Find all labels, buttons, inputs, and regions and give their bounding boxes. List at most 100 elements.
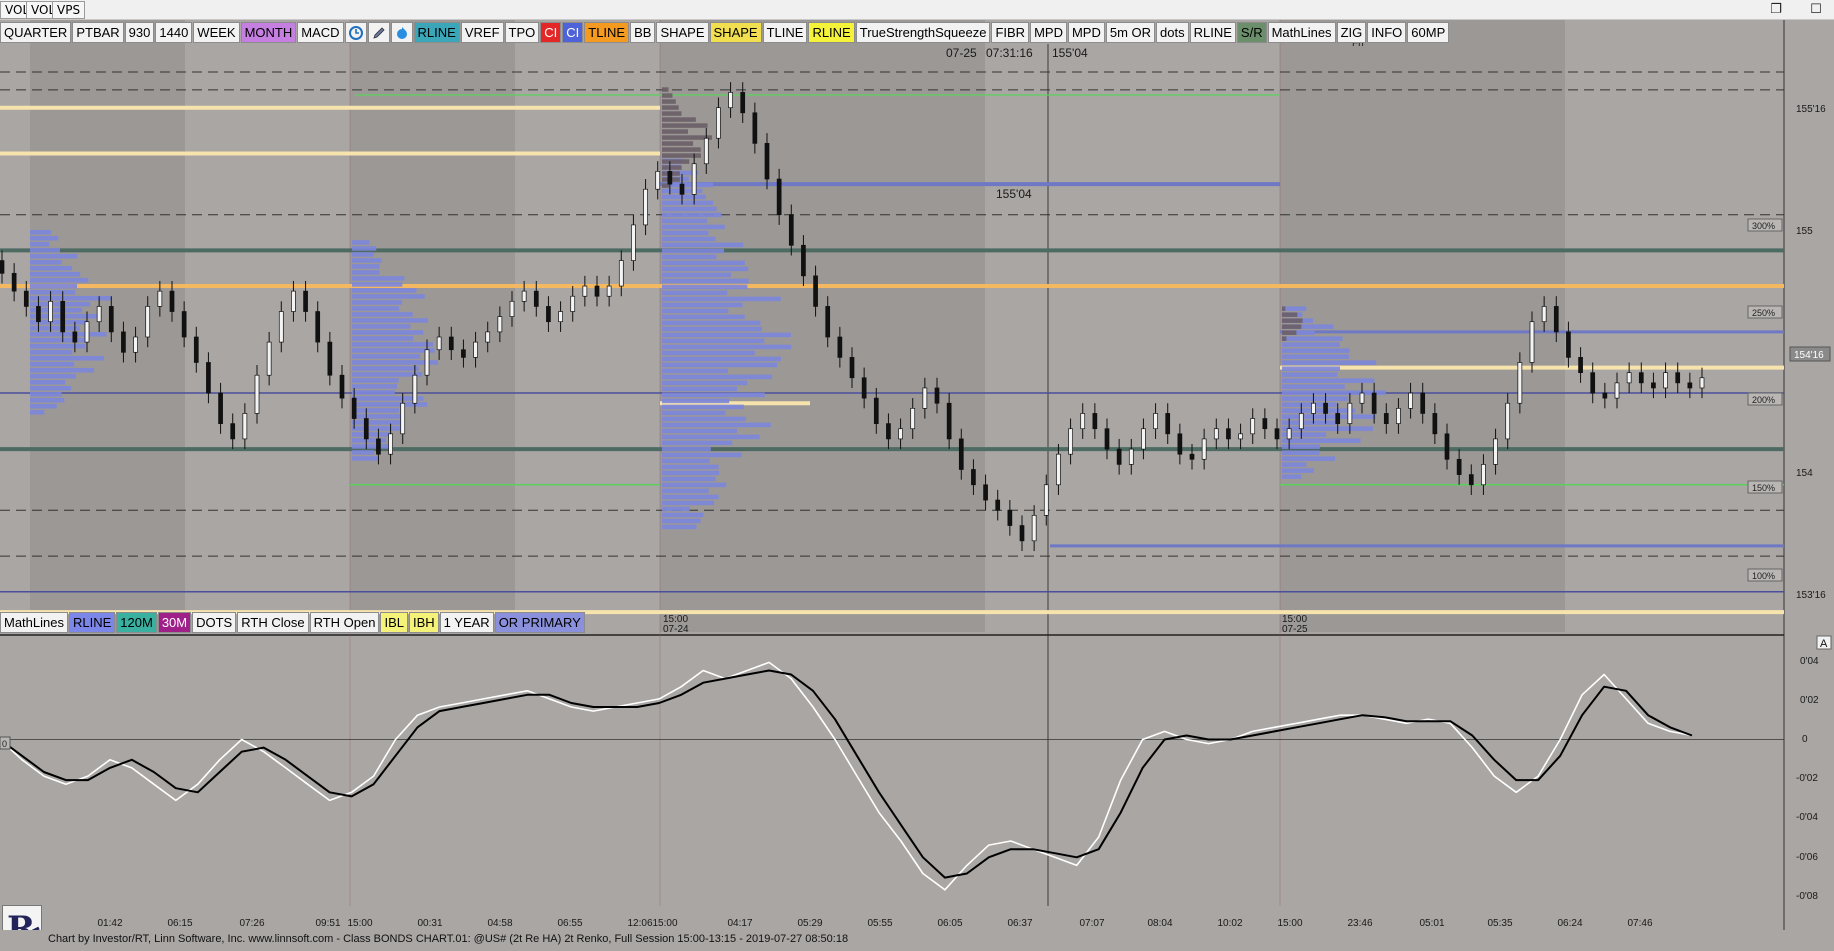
profile-bar	[1282, 456, 1335, 461]
profile-bar	[1282, 402, 1337, 407]
tool-mpd-button[interactable]: MPD	[1030, 22, 1067, 43]
panel-tag[interactable]: A	[1820, 638, 1828, 650]
candle-body	[1359, 392, 1365, 404]
profile-bar	[352, 252, 374, 257]
tool-mpd-button[interactable]: MPD	[1067, 22, 1105, 43]
candle-body	[230, 423, 236, 440]
profile-bar	[662, 200, 714, 206]
candle-body	[509, 300, 515, 317]
overlay-or-primary-button[interactable]: OR PRIMARY	[494, 612, 585, 633]
tool-60mp-button[interactable]: 60MP	[1407, 22, 1450, 43]
profile-bar	[352, 294, 425, 299]
profile-bar	[1282, 462, 1307, 467]
tool-tpo-button[interactable]: TPO	[504, 22, 540, 43]
tool-tline-button[interactable]: TLINE	[762, 22, 808, 43]
profile-bar	[352, 336, 414, 341]
profile-bar	[1282, 348, 1350, 353]
profile-bar	[30, 247, 60, 253]
candle-body	[679, 183, 685, 195]
tool-zig-button[interactable]: ZIG	[1336, 22, 1367, 43]
overlay-ibh-button[interactable]: IBH	[409, 612, 439, 633]
candle-body	[0, 260, 5, 274]
overlay-rline-button[interactable]: RLINE	[68, 612, 116, 633]
tool-930-button[interactable]: 930	[124, 22, 155, 43]
profile-bar	[30, 337, 87, 343]
profile-bar	[1282, 426, 1373, 431]
candle-body	[898, 428, 903, 440]
tool-mathlines-button[interactable]: MathLines	[1267, 22, 1336, 43]
tool-month-button[interactable]: MONTH	[240, 22, 297, 43]
profile-bar	[30, 409, 45, 415]
profile-bar	[662, 446, 711, 452]
session-shade	[660, 20, 985, 632]
overlay-30m-button[interactable]: 30M	[157, 612, 192, 633]
profile-bar	[662, 512, 704, 518]
clock-button[interactable]	[344, 22, 367, 43]
candle-body	[558, 311, 563, 323]
tool-vref-button[interactable]: VREF	[460, 22, 504, 43]
candle-body	[643, 188, 648, 226]
profile-bar	[662, 476, 716, 482]
time-axis-label: 04:58	[487, 918, 512, 929]
tool-week-button[interactable]: WEEK	[193, 22, 240, 43]
refresh-button[interactable]	[390, 22, 413, 43]
footer-text: Chart by Investor/RT, Linn Software, Inc…	[48, 933, 849, 945]
pencil-button[interactable]	[367, 22, 390, 43]
overlay-rth-open-button[interactable]: RTH Open	[309, 612, 380, 633]
tool-truestrengthsqueeze-button[interactable]: TrueStrengthSqueeze	[855, 22, 991, 43]
candle-body	[96, 306, 102, 323]
profile-bar	[1282, 414, 1376, 419]
candle-body	[60, 300, 66, 333]
candle-body	[1153, 413, 1158, 430]
profile-bar	[1282, 318, 1303, 323]
tool-rline-button[interactable]: RLINE	[1189, 22, 1236, 43]
tool-ptbar-button[interactable]: PTBAR	[72, 22, 124, 43]
profile-bar	[662, 141, 694, 146]
candle-body	[1456, 458, 1462, 475]
profile-bar	[662, 494, 719, 500]
tool-macd-button[interactable]: MACD	[297, 22, 344, 43]
profile-bar	[662, 422, 771, 428]
tool-shape-button[interactable]: SHAPE	[709, 22, 762, 43]
profile-bar	[30, 289, 75, 295]
overlay-mathlines-button[interactable]: MathLines	[0, 612, 68, 633]
tool-bb-button[interactable]: BB	[630, 22, 656, 43]
candle-body	[825, 306, 831, 338]
overlay-1-year-button[interactable]: 1 YEAR	[439, 612, 494, 633]
profile-bar	[662, 105, 679, 110]
candle-body	[1165, 413, 1171, 435]
tool-info-button[interactable]: INFO	[1367, 22, 1407, 43]
profile-bar	[662, 242, 744, 248]
profile-bar	[30, 235, 59, 241]
candle-body	[84, 321, 90, 343]
candle-body	[424, 349, 430, 376]
price-chart[interactable]: 07-25 07:31:16 155'04 155'04 Fri 15:00 0…	[0, 0, 1834, 948]
profile-bar	[662, 129, 688, 134]
tool-rline-button[interactable]: RLINE	[413, 22, 460, 43]
profile-bar	[352, 390, 395, 395]
tool-rline-button[interactable]: RLINE	[808, 22, 855, 43]
overlay-rth-close-button[interactable]: RTH Close	[237, 612, 309, 633]
tool-shape-button[interactable]: SHAPE	[656, 22, 709, 43]
profile-bar	[352, 282, 403, 287]
overlay-dots-button[interactable]: DOTS	[192, 612, 237, 633]
tool-1440-button[interactable]: 1440	[155, 22, 193, 43]
candle-body	[1505, 402, 1511, 440]
tool-s-r-button[interactable]: S/R	[1236, 22, 1267, 43]
session-date-2: 07-25	[1282, 624, 1308, 635]
tool-ci-button[interactable]: CI	[562, 22, 584, 43]
profile-bar	[662, 470, 720, 476]
tool-5m-or-button[interactable]: 5m OR	[1105, 22, 1156, 43]
overlay-ibl-button[interactable]: IBL	[380, 612, 408, 633]
tool-ci-button[interactable]: CI	[540, 22, 562, 43]
tool-dots-button[interactable]: dots	[1156, 22, 1189, 43]
profile-bar	[662, 153, 701, 158]
tool-fibr-button[interactable]: FIBR	[991, 22, 1030, 43]
pct-tag: 100%	[1747, 568, 1783, 582]
overlay-120m-button[interactable]: 120M	[116, 612, 157, 633]
profile-bar	[30, 373, 76, 379]
profile-bar	[30, 331, 107, 337]
tool-tline-button[interactable]: TLINE	[584, 22, 630, 43]
tool-quarter-button[interactable]: QUARTER	[0, 22, 72, 43]
profile-bar	[662, 452, 742, 458]
